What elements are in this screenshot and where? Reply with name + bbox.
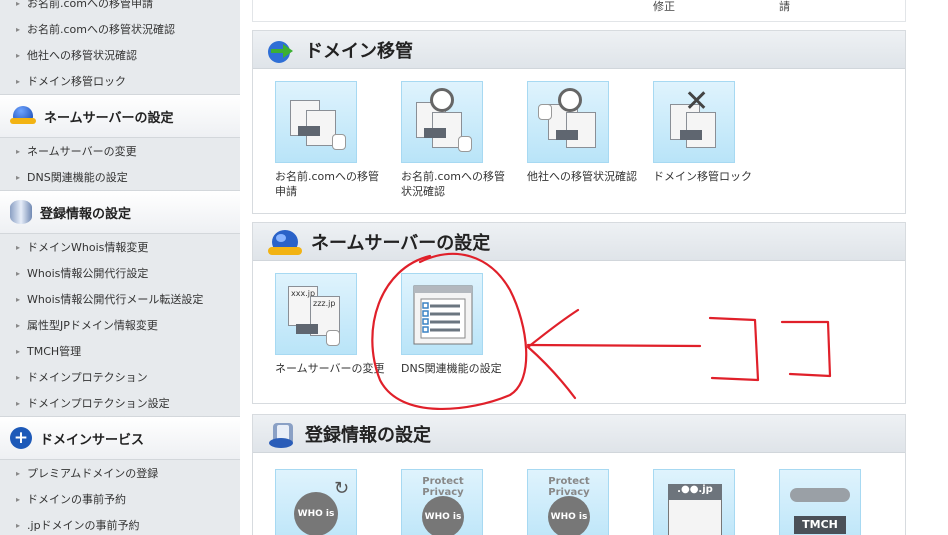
sidebar-migration-list: お名前.comへの移管申請 お名前.comへの移管状況確認 他社への移管状況確認… xyxy=(0,0,240,94)
sidebar-item-preorder[interactable]: ドメインの事前予約 xyxy=(0,486,240,512)
tile-migration-status-icon xyxy=(401,81,483,163)
protect-privacy-text: Protect Privacy xyxy=(548,476,590,498)
sidebar-item-jp-preorder[interactable]: .jpドメインの事前予約 xyxy=(0,512,240,535)
sidebar-item-migration-apply[interactable]: お名前.comへの移管申請 xyxy=(0,0,240,16)
sidebar-section-svc[interactable]: + ドメインサービス xyxy=(0,416,240,460)
sidebar-item-migration-status[interactable]: お名前.comへの移管状況確認 xyxy=(0,16,240,42)
tile-whois-mail[interactable]: Protect Privacy WHO is xyxy=(527,469,637,535)
refresh-icon: ↻ xyxy=(334,478,350,499)
sidebar-item-tmch[interactable]: TMCH管理 xyxy=(0,338,240,364)
sidebar-section-reg[interactable]: 登録情報の設定 xyxy=(0,190,240,234)
whois-icon: WHO is xyxy=(294,492,338,535)
tile-ns-change-icon: xxx.jp zzz.jp xyxy=(275,273,357,355)
sidebar-item-whois-mail[interactable]: Whois情報公開代行メール転送設定 xyxy=(0,286,240,312)
sidebar-reg-list: ドメインWhois情報変更 Whois情報公開代行設定 Whois情報公開代行メ… xyxy=(0,234,240,416)
transfer-icon xyxy=(268,40,293,63)
close-icon: ✕ xyxy=(684,84,710,119)
tile-jp-info-icon: .●●.jp xyxy=(653,469,735,535)
tile-jp-info[interactable]: .●●.jp xyxy=(653,469,763,535)
sidebar-item-ns-change[interactable]: ネームサーバーの変更 xyxy=(0,138,240,164)
tile-ns-change-label: ネームサーバーの変更 xyxy=(275,362,385,375)
tile-migration-status[interactable]: お名前.comへの移管状況確認 xyxy=(401,81,511,199)
sidebar-item-other-status[interactable]: 他社への移管状況確認 xyxy=(0,42,240,68)
tile-whois-change[interactable]: WHO is ↻ xyxy=(275,469,385,535)
sidebar-item-premium[interactable]: プレミアムドメインの登録 xyxy=(0,460,240,486)
panel-ns-title: ネームサーバーの設定 xyxy=(311,232,491,254)
tile-tmch-icon: TMCH xyxy=(779,469,861,535)
tile-migration-apply-label: お名前.comへの移管申請 xyxy=(275,170,379,198)
key-icon xyxy=(790,488,850,502)
whois-icon: WHO is xyxy=(422,496,464,535)
sidebar-item-whois-proxy[interactable]: Whois情報公開代行設定 xyxy=(0,260,240,286)
sidebar-svc-list: プレミアムドメインの登録 ドメインの事前予約 .jpドメインの事前予約 xyxy=(0,460,240,535)
sidebar-section-ns[interactable]: ネームサーバーの設定 xyxy=(0,94,240,138)
jp-domain-text: .●●.jp xyxy=(668,484,722,500)
panel-reg-header: 登録情報の設定 xyxy=(253,415,905,453)
panel-migration-header: ドメイン移管 xyxy=(253,31,905,69)
panel-migration-title: ドメイン移管 xyxy=(305,40,413,62)
database-icon xyxy=(269,422,293,448)
sidebar-item-protection-settings[interactable]: ドメインプロテクション設定 xyxy=(0,390,240,416)
tile-migration-lock[interactable]: ✕ ドメイン移管ロック xyxy=(653,81,763,184)
tile-whois-mail-icon: Protect Privacy WHO is xyxy=(527,469,609,535)
sidebar-item-jp-info[interactable]: 属性型JPドメイン情報変更 xyxy=(0,312,240,338)
nameserver-icon xyxy=(10,106,36,126)
tile-tmch[interactable]: TMCH xyxy=(779,469,889,535)
tile-dns-settings-label: DNS関連機能の設定 xyxy=(401,362,502,375)
sidebar-section-reg-title: 登録情報の設定 xyxy=(40,206,132,222)
tile-whois-change-icon: WHO is ↻ xyxy=(275,469,357,535)
panel-ns-header: ネームサーバーの設定 xyxy=(253,223,905,261)
main-content: 修正 請 ドメイン移管 お名前.comへの移管申請 お名前.comへの移管状況確… xyxy=(252,0,906,535)
tile-dns-settings-icon xyxy=(401,273,483,355)
tmch-label: TMCH xyxy=(794,516,846,534)
tile-other-status-label: 他社への移管状況確認 xyxy=(527,170,637,183)
sidebar: お名前.comへの移管申請 お名前.comへの移管状況確認 他社への移管状況確認… xyxy=(0,0,240,535)
tile-other-status[interactable]: 他社への移管状況確認 xyxy=(527,81,637,184)
top-strip-text-b: 請 xyxy=(779,0,790,13)
nameserver-icon xyxy=(268,229,302,255)
sidebar-section-ns-title: ネームサーバーの設定 xyxy=(44,110,174,126)
tile-whois-proxy-icon: Protect Privacy WHO is xyxy=(401,469,483,535)
top-strip-text-a: 修正 xyxy=(653,0,675,13)
sidebar-item-protection[interactable]: ドメインプロテクション xyxy=(0,364,240,390)
panel-nameserver: ネームサーバーの設定 xxx.jp zzz.jp ネームサーバーの変更 DNS関… xyxy=(252,222,906,404)
top-strip: 修正 請 xyxy=(252,0,906,22)
panel-reg-title: 登録情報の設定 xyxy=(305,424,431,446)
tile-ns-change[interactable]: xxx.jp zzz.jp ネームサーバーの変更 xyxy=(275,273,385,376)
sidebar-section-svc-title: ドメインサービス xyxy=(40,432,145,448)
whois-icon: WHO is xyxy=(548,496,590,535)
database-icon xyxy=(10,200,32,224)
tile-dns-settings[interactable]: DNS関連機能の設定 xyxy=(401,273,511,376)
plus-icon: + xyxy=(10,427,32,449)
tile-migration-lock-icon: ✕ xyxy=(653,81,735,163)
sidebar-item-migration-lock[interactable]: ドメイン移管ロック xyxy=(0,68,240,94)
sidebar-ns-list: ネームサーバーの変更 DNS関連機能の設定 xyxy=(0,138,240,190)
tile-whois-proxy[interactable]: Protect Privacy WHO is xyxy=(401,469,511,535)
protect-privacy-text: Protect Privacy xyxy=(422,476,464,498)
tile-migration-lock-label: ドメイン移管ロック xyxy=(653,170,752,183)
panel-migration: ドメイン移管 お名前.comへの移管申請 お名前.comへの移管状況確認 他社へ… xyxy=(252,30,906,214)
checklist-icon xyxy=(413,285,473,345)
sidebar-item-whois-change[interactable]: ドメインWhois情報変更 xyxy=(0,234,240,260)
tile-other-status-icon xyxy=(527,81,609,163)
sidebar-item-dns-settings[interactable]: DNS関連機能の設定 xyxy=(0,164,240,190)
panel-registration: 登録情報の設定 WHO is ↻ Protect Privacy WHO is … xyxy=(252,414,906,535)
tile-migration-apply[interactable]: お名前.comへの移管申請 xyxy=(275,81,385,199)
tile-migration-status-label: お名前.comへの移管状況確認 xyxy=(401,170,505,198)
tile-migration-apply-icon xyxy=(275,81,357,163)
